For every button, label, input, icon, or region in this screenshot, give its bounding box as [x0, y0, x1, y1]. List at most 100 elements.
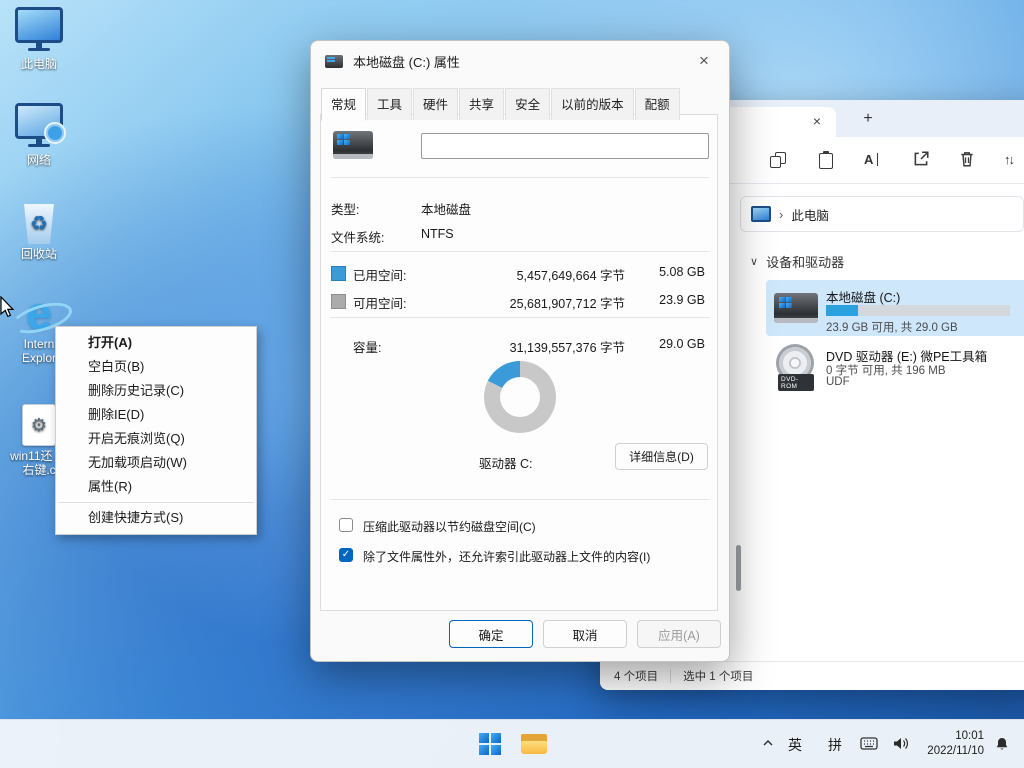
tray-chevron-up-icon[interactable]: [762, 737, 774, 752]
free-space-bytes: 25,681,907,712 字节: [510, 293, 625, 312]
windows-flag-icon: [337, 134, 352, 146]
desktop-icon-label: 回收站: [8, 247, 70, 261]
apply-button[interactable]: 应用(A): [637, 620, 721, 648]
this-pc-icon: [8, 8, 70, 54]
windows-flag-icon: [779, 297, 794, 309]
speaker-icon[interactable]: [892, 736, 909, 754]
drive-title: 本地磁盘 (C:): [826, 287, 900, 306]
close-icon[interactable]: ×: [693, 51, 715, 71]
general-tab-panel: 类型: 本地磁盘 文件系统: NTFS 已用空间: 5,457,649,664 …: [320, 114, 718, 611]
free-space-swatch: [331, 294, 346, 309]
chevron-down-icon[interactable]: ∨: [750, 255, 758, 268]
item-count: 4 个项目: [614, 668, 658, 684]
separator: [331, 251, 709, 252]
windows-logo-icon: [479, 733, 501, 755]
new-tab-button[interactable]: +: [858, 109, 878, 129]
checkbox-index[interactable]: ✓: [339, 548, 353, 562]
capacity-bytes: 31,139,557,376 字节: [510, 337, 625, 356]
mouse-cursor: [0, 296, 16, 323]
section-devices-and-drives[interactable]: ∨ 设备和驱动器: [750, 252, 844, 271]
desktop-icon-label: 此电脑: [8, 57, 70, 71]
tab-general[interactable]: 常规: [321, 88, 366, 121]
separator: [331, 499, 709, 500]
used-space-swatch: [331, 266, 346, 281]
delete-icon[interactable]: [958, 150, 978, 170]
tab-tools[interactable]: 工具: [367, 88, 412, 120]
breadcrumb[interactable]: 此电脑: [791, 205, 829, 224]
desktop-icon-this-pc[interactable]: 此电脑: [8, 8, 70, 71]
context-menu-item-no-addons[interactable]: 无加载项启动(W): [56, 451, 256, 475]
menu-separator: [58, 502, 254, 503]
tab-sharing[interactable]: 共享: [459, 88, 504, 120]
used-space-size: 5.08 GB: [659, 265, 705, 279]
context-menu-item-properties[interactable]: 属性(R): [56, 475, 256, 499]
cancel-button[interactable]: 取消: [543, 620, 627, 648]
gear-icon: ⚙: [31, 418, 47, 432]
context-menu-item-delete-ie[interactable]: 删除IE(D): [56, 403, 256, 427]
clock[interactable]: 10:01 2022/11/10: [914, 729, 984, 759]
used-space-bytes: 5,457,649,664 字节: [517, 265, 625, 284]
drive-item-e[interactable]: DVD-ROM DVD 驱动器 (E:) 微PE工具箱 0 字节 可用, 共 1…: [766, 342, 1024, 396]
filesystem-label: 文件系统:: [331, 227, 384, 246]
capacity-size: 29.0 GB: [659, 337, 705, 351]
context-menu-item-inprivate[interactable]: 开启无痕浏览(Q): [56, 427, 256, 451]
address-bar[interactable]: › 此电脑: [740, 196, 1024, 232]
context-menu-item-delete-history[interactable]: 删除历史记录(C): [56, 379, 256, 403]
share-icon[interactable]: [912, 150, 932, 170]
scrollbar[interactable]: [736, 545, 741, 591]
checkbox-index-label: 除了文件属性外，还允许索引此驱动器上文件的内容(I): [363, 548, 650, 565]
notification-bell-icon[interactable]: [994, 736, 1010, 755]
selection-count: 选中 1 个项目: [683, 668, 753, 684]
checkbox-compress-label: 压缩此驱动器以节约磁盘空间(C): [363, 518, 536, 535]
capacity-label: 容量:: [353, 337, 381, 356]
desktop-icon-label: 网络: [8, 153, 70, 167]
network-icon: [8, 104, 70, 150]
start-button[interactable]: [470, 724, 510, 764]
volume-label-input[interactable]: [421, 133, 709, 159]
copy-icon[interactable]: [768, 150, 788, 170]
free-space-label: 可用空间:: [353, 293, 406, 312]
taskbar: 英 拼 10:01 2022/11/10: [0, 719, 1024, 768]
tab-previous-versions[interactable]: 以前的版本: [551, 88, 634, 120]
this-pc-icon: [751, 206, 771, 222]
section-label: 设备和驱动器: [766, 252, 844, 271]
context-menu-item-create-shortcut[interactable]: 创建快捷方式(S): [56, 506, 256, 530]
context-menu-item-blank-page[interactable]: 空白页(B): [56, 355, 256, 379]
status-bar: 4 个项目 选中 1 个项目: [600, 661, 1024, 690]
dialog-tabs: 常规 工具 硬件 共享 安全 以前的版本 配额: [321, 88, 681, 120]
details-button[interactable]: 详细信息(D): [615, 443, 708, 470]
rename-icon[interactable]: A: [862, 150, 884, 170]
free-space-size: 23.9 GB: [659, 293, 705, 307]
used-space-label: 已用空间:: [353, 265, 406, 284]
drive-item-c[interactable]: 本地磁盘 (C:) 23.9 GB 可用, 共 29.0 GB: [766, 280, 1024, 336]
checkbox-compress[interactable]: [339, 518, 353, 532]
sort-icon[interactable]: ↑↓: [1004, 150, 1024, 170]
status-divider: [670, 669, 671, 683]
desktop-icon-recycle-bin[interactable]: ♻ 回收站: [8, 198, 70, 261]
tab-hardware[interactable]: 硬件: [413, 88, 458, 120]
recycle-glyph: ♻: [30, 217, 48, 231]
time: 10:01: [914, 729, 984, 744]
dialog-title: 本地磁盘 (C:) 属性: [353, 52, 460, 71]
tab-quota[interactable]: 配额: [635, 88, 680, 120]
desktop-icon-network[interactable]: 网络: [8, 104, 70, 167]
paste-icon[interactable]: [816, 150, 836, 170]
tab-close-icon[interactable]: ×: [808, 112, 826, 130]
dialog-title-bar[interactable]: 本地磁盘 (C:) 属性 ×: [311, 41, 729, 81]
ime-mode-indicator[interactable]: 拼: [828, 735, 842, 755]
ime-language-indicator[interactable]: 英: [788, 735, 802, 755]
ok-button[interactable]: 确定: [449, 620, 533, 648]
drive-icon: [325, 55, 343, 68]
drive-icon: [774, 293, 818, 323]
context-menu-item-open[interactable]: 打开(A): [56, 331, 256, 355]
touch-keyboard-icon[interactable]: [860, 737, 878, 754]
properties-dialog: 本地磁盘 (C:) 属性 × 常规 工具 硬件 共享 安全 以前的版本 配额 类…: [310, 40, 730, 662]
type-value: 本地磁盘: [421, 199, 471, 218]
taskbar-file-explorer-button[interactable]: [514, 724, 554, 764]
tab-security[interactable]: 安全: [505, 88, 550, 120]
recycle-bin-icon: ♻: [8, 198, 70, 244]
drive-c-label: 驱动器 C:: [479, 453, 532, 472]
chevron-right-icon: ›: [779, 207, 783, 222]
context-menu: 打开(A) 空白页(B) 删除历史记录(C) 删除IE(D) 开启无痕浏览(Q)…: [55, 326, 257, 535]
drive-icon: [333, 131, 373, 159]
